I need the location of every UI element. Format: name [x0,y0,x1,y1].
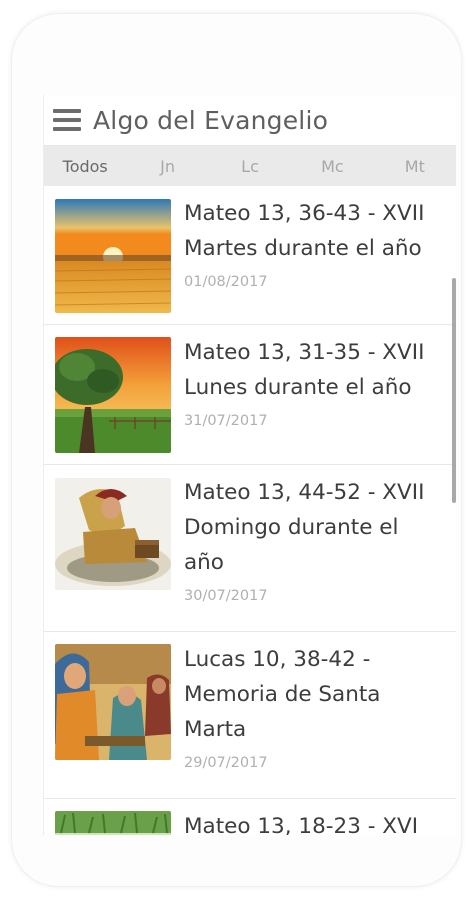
app-bar: Algo del Evangelio [44,95,456,146]
tab-mt[interactable]: Mt [374,157,456,176]
tab-mc[interactable]: Mc [291,157,373,176]
filter-tabs: Todos Jn Lc Mc Mt [44,146,456,186]
tab-lc[interactable]: Lc [209,157,291,176]
treasure-image [55,478,171,590]
gospel-list: Mateo 13, 36-43 - XVII Martes durante el… [44,186,456,835]
list-item[interactable]: Mateo 13, 36-43 - XVII Martes durante el… [44,186,456,325]
sunset-field-image [55,199,171,313]
tree-image [55,337,171,453]
item-date: 30/07/2017 [184,588,268,604]
item-title: Lucas 10, 38-42 - Memoria de Santa Marta [184,647,381,742]
phone-frame: Algo del Evangelio Todos Jn Lc Mc Mt Mat… [12,14,461,886]
app-screen: Algo del Evangelio Todos Jn Lc Mc Mt Mat… [43,95,456,835]
list-item[interactable]: Mateo 13, 44-52 - XVII Domingo durante e… [44,465,456,632]
item-title: Mateo 13, 31-35 - XVII Lunes durante el … [184,340,425,400]
martha-mary-image [55,644,171,760]
green-field-image [55,811,171,835]
item-date: 01/08/2017 [184,274,268,290]
scrollbar[interactable] [452,278,456,503]
item-date: 29/07/2017 [184,755,268,771]
list-item[interactable]: Lucas 10, 38-42 - Memoria de Santa Marta… [44,632,456,799]
item-title: Mateo 13, 44-52 - XVII Domingo durante e… [184,480,425,575]
list-item[interactable]: Mateo 13, 18-23 - XVI [44,799,456,835]
menu-icon[interactable] [53,109,81,131]
list-item[interactable]: Mateo 13, 31-35 - XVII Lunes durante el … [44,325,456,465]
item-date: 31/07/2017 [184,413,268,429]
tab-jn[interactable]: Jn [126,157,208,176]
item-title: Mateo 13, 36-43 - XVII Martes durante el… [184,201,425,261]
app-title: Algo del Evangelio [93,105,329,135]
tab-todos[interactable]: Todos [44,157,126,176]
item-title: Mateo 13, 18-23 - XVI [184,814,419,835]
